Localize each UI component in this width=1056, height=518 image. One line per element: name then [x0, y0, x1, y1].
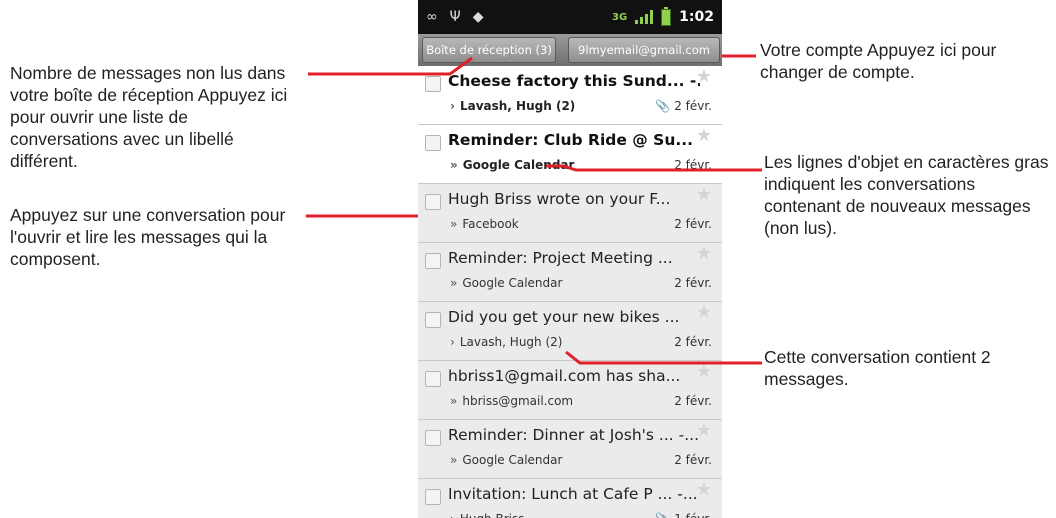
sender-name: Google Calendar [462, 158, 575, 172]
data-indicator: 3G [612, 11, 628, 23]
sender-name: Lavash, Hugh [459, 99, 552, 113]
chevron-icon: › [450, 335, 455, 349]
conversation-subject: Cheese factory this Sund... -... [448, 72, 700, 90]
chevron-icon: » [450, 158, 458, 172]
conversation-sender: » Google Calendar [450, 276, 562, 290]
conversation-checkbox[interactable] [425, 194, 441, 210]
star-icon[interactable]: ★ [696, 363, 712, 381]
sender-name: Google Calendar [462, 276, 563, 290]
conversation-sender: » Google Calendar [450, 158, 574, 172]
conversation-subject: Invitation: Lunch at Cafe P ... -... [448, 485, 698, 503]
date-label: 2 févr. [674, 276, 712, 290]
sender-name: hbriss@gmail.com [462, 394, 574, 408]
paperclip-icon: 📎 [655, 99, 671, 113]
sender-name: Lavash, Hugh [459, 335, 542, 349]
sender-name: Hugh Briss [460, 512, 525, 518]
callout-account: Votre compte Appuyez ici pour changer de… [760, 40, 997, 82]
chevron-icon: › [450, 99, 455, 113]
debug-bug-icon: ◆ [472, 9, 484, 25]
conversation-row[interactable]: hbriss1@gmail.com has sha... ★ » hbriss@gma… [418, 361, 722, 420]
chevron-icon: » [450, 394, 458, 408]
conversation-date: 📎 1 févr. [655, 512, 712, 518]
conversation-row[interactable]: Did you get your new bikes ... ★ › Lavash, … [418, 302, 722, 361]
conversation-sender: » Google Calendar [450, 453, 562, 467]
conversation-checkbox[interactable] [425, 253, 441, 269]
date-label: 2 févr. [674, 99, 712, 113]
date-label: 2 févr. [674, 394, 712, 408]
top-bar: Boîte de réception (3) 9lmyemail@gmail.c… [418, 34, 722, 66]
date-label: 2 févr. [674, 217, 712, 231]
callout-unread-count: Nombre de messages non lus dans votre bo… [10, 63, 288, 171]
conversation-subject: hbriss1@gmail.com has sha... [448, 367, 681, 385]
conversation-row[interactable]: Cheese factory this Sund... -... ★ › Lavash… [418, 66, 722, 125]
usb-icon: Ψ [449, 9, 461, 25]
conversation-checkbox[interactable] [425, 371, 441, 387]
phone-screen: ∞ Ψ ◆ 3G 1:02 Boîte de réception (3) 9lm… [418, 0, 722, 518]
conversation-date: 2 févr. [674, 453, 712, 467]
conversation-date: 2 févr. [674, 394, 712, 408]
conversation-sender: › Lavash, Hugh (2) [450, 335, 562, 349]
conversation-date: 📎 2 févr. [655, 99, 712, 113]
star-icon[interactable]: ★ [696, 481, 712, 499]
date-label: 2 févr. [674, 453, 712, 467]
conversation-subject: Hugh Briss wrote on your F... [448, 190, 671, 208]
signal-icon [635, 10, 654, 24]
chevron-icon: » [450, 217, 458, 231]
sender-name: Google Calendar [462, 453, 563, 467]
star-icon[interactable]: ★ [696, 245, 712, 263]
date-label: 1 févr. [674, 512, 712, 518]
conversation-checkbox[interactable] [425, 430, 441, 446]
conversation-row[interactable]: Reminder: Project Meeting ... ★ » Google Ca… [418, 243, 722, 302]
conversation-checkbox[interactable] [425, 135, 441, 151]
conversation-date: 2 févr. [674, 217, 712, 231]
conversation-checkbox[interactable] [425, 312, 441, 328]
conversation-row[interactable]: Hugh Briss wrote on your F... ★» Facebook … [418, 184, 722, 243]
message-count: (2) [555, 99, 576, 113]
conversation-subject: Reminder: Project Meeting ... [448, 249, 673, 267]
conversation-sender: » Facebook [450, 217, 519, 231]
star-icon[interactable]: ★ [696, 68, 712, 86]
callout-open-conversation: Appuyez sur une conversation pour l'ouvr… [10, 205, 286, 269]
date-label: 2 févr. [674, 158, 712, 172]
conversation-date: 2 févr. [674, 335, 712, 349]
conversation-subject: Reminder: Club Ride @ Su... [448, 131, 694, 149]
paperclip-icon: 📎 [655, 512, 670, 518]
sender-name: Facebook [462, 217, 519, 231]
message-count: (2) [545, 335, 563, 349]
conversation-subject: Did you get your new bikes ... [448, 308, 680, 326]
battery-icon [661, 6, 672, 26]
star-icon[interactable]: ★ [696, 304, 712, 322]
conversation-row[interactable]: Invitation: Lunch at Cafe P ... -...★ › Hu… [418, 479, 722, 518]
star-icon[interactable]: ★ [696, 186, 712, 204]
callout-message-count: Cette conversation contient 2 messages. [764, 347, 991, 389]
star-icon[interactable]: ★ [696, 422, 712, 440]
status-time: 1:02 [679, 9, 714, 25]
chevron-icon: » [450, 453, 458, 467]
date-label: 2 févr. [674, 335, 712, 349]
conversation-date: 2 févr. [674, 276, 712, 290]
inbox-label-button[interactable]: Boîte de réception (3) [422, 37, 556, 63]
voicemail-icon: ∞ [426, 9, 438, 25]
conversation-sender: » hbriss@gmail.com [450, 394, 573, 408]
callout-bold-subjects: Les lignes d'objet en caractères gras in… [764, 152, 1049, 238]
conversation-sender: › Hugh Briss [450, 512, 524, 518]
account-button[interactable]: 9lmyemail@gmail.com [568, 37, 720, 63]
chevron-icon: » [450, 276, 458, 290]
chevron-icon: › [450, 512, 455, 518]
conversation-row[interactable]: Reminder: Dinner at Josh's ... -... ★ » Goo… [418, 420, 722, 479]
status-bar: ∞ Ψ ◆ 3G 1:02 [418, 0, 722, 34]
conversation-checkbox[interactable] [425, 76, 441, 92]
conversation-sender: › Lavash, Hugh (2) [450, 99, 575, 113]
conversation-date: 2 févr. [674, 158, 712, 172]
conversation-row[interactable]: Reminder: Club Ride @ Su... ★ » Google Cale… [418, 125, 722, 184]
conversation-subject: Reminder: Dinner at Josh's ... -... [448, 426, 699, 444]
conversation-checkbox[interactable] [425, 489, 441, 505]
star-icon[interactable]: ★ [696, 127, 712, 145]
